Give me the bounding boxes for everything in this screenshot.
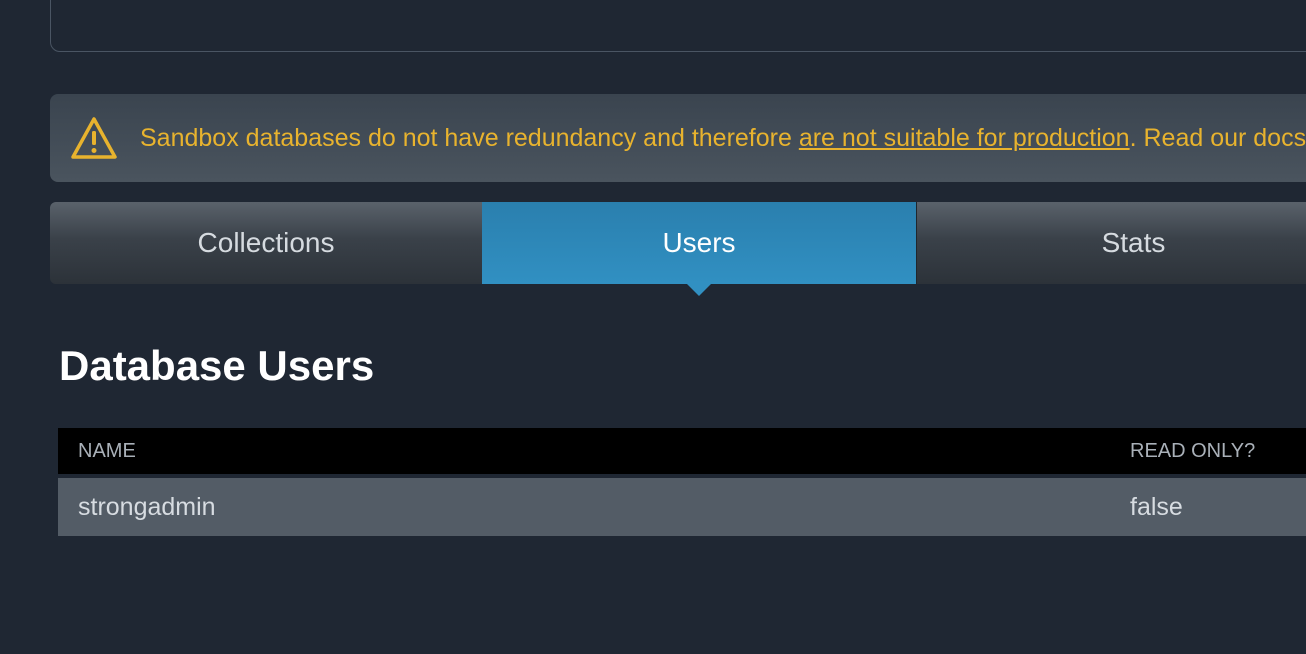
page-title: Database Users (59, 342, 375, 389)
tab-collections[interactable]: Collections (50, 202, 483, 284)
warning-text-before: Sandbox databases do not have redundancy… (140, 123, 799, 152)
tab-stats[interactable]: Stats (916, 202, 1306, 284)
user-read-only-cell: false (1130, 492, 1183, 521)
column-header-name: NAME (78, 439, 136, 462)
warning-triangle-icon (71, 117, 117, 159)
not-suitable-for-production-link[interactable]: are not suitable for production (799, 124, 1130, 152)
top-panel (50, 0, 1306, 52)
users-table: NAME READ ONLY? strongadmin false (58, 428, 1306, 536)
user-name-cell: strongadmin (78, 492, 216, 521)
tab-bar: Collections Users Stats (50, 202, 1306, 296)
sandbox-warning-banner: Sandbox databases do not have redundancy… (50, 94, 1306, 182)
table-row[interactable]: strongadmin false (58, 476, 1306, 536)
tab-users[interactable]: Users (482, 202, 916, 296)
warning-text-after: . Read our docs (1129, 123, 1306, 152)
warning-message: Sandbox databases do not have redundancy… (140, 124, 1306, 153)
column-header-read-only: READ ONLY? (1130, 439, 1256, 462)
table-header-row: NAME READ ONLY? (58, 428, 1306, 476)
